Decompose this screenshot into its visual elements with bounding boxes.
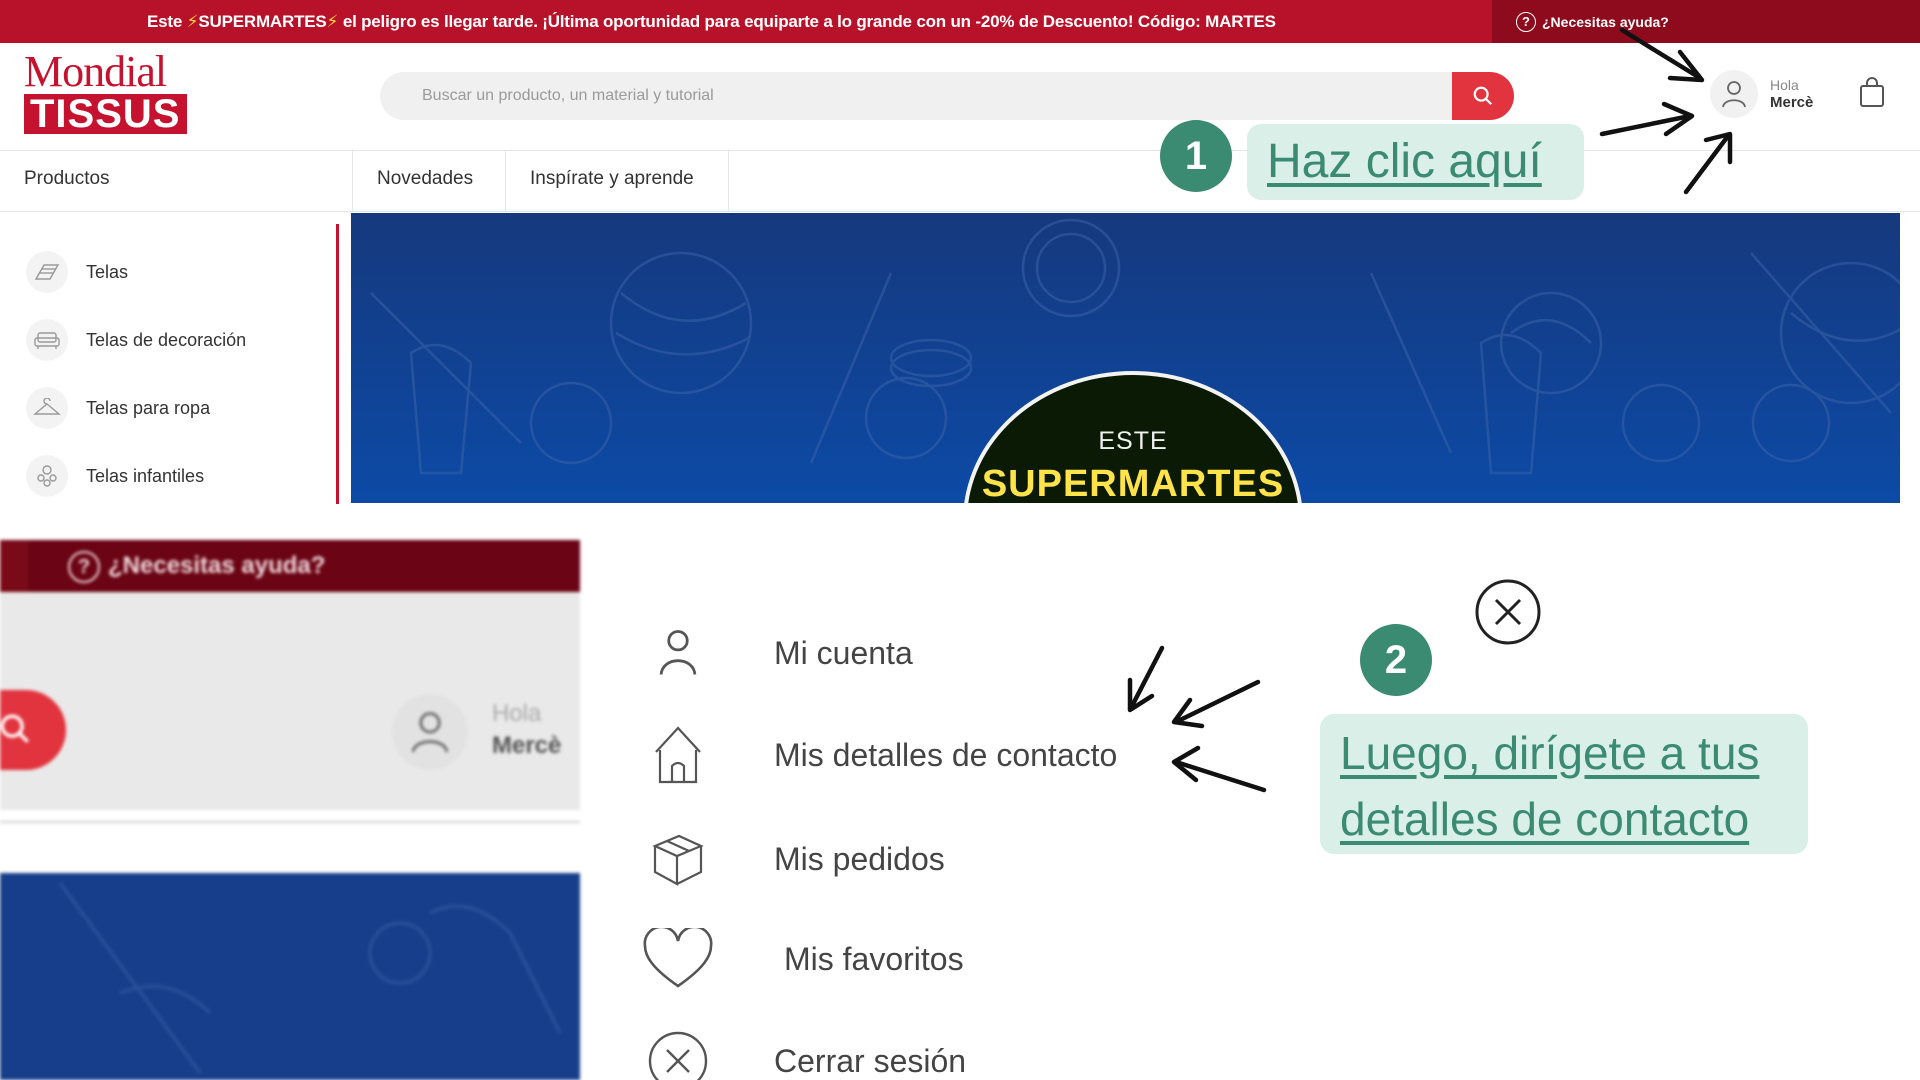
logo[interactable]: Mondial TISSUS xyxy=(24,47,187,134)
sidebar-item-label: Telas infantiles xyxy=(86,465,205,486)
zoom-help-label: ¿Necesitas ayuda? xyxy=(108,552,326,579)
search-icon xyxy=(1473,86,1493,106)
zoomed-header-preview: ? ¿Necesitas ayuda? Hola Mercè xyxy=(0,540,580,1080)
search-icon xyxy=(0,714,29,743)
nav-divider xyxy=(352,151,353,211)
menu-item-mi-cuenta[interactable]: Mi cuenta xyxy=(640,618,913,688)
step-2-badge: 2 xyxy=(1360,624,1432,696)
heart-icon xyxy=(640,924,716,994)
menu-item-label: Mis detalles de contacto xyxy=(774,736,1118,773)
zoom-divider xyxy=(0,821,580,823)
help-link[interactable]: ? ¿Necesitas ayuda? xyxy=(1492,0,1920,43)
question-icon: ? xyxy=(68,550,100,583)
sidebar-active-indicator xyxy=(336,224,339,504)
logo-top: Mondial xyxy=(24,47,167,96)
nav-divider xyxy=(505,151,506,211)
sidebar-item-label: Telas para ropa xyxy=(86,397,211,418)
house-icon xyxy=(640,720,716,790)
menu-item-label: Mi cuenta xyxy=(774,634,913,671)
zoom-header: Hola Mercè xyxy=(0,592,580,823)
user-icon xyxy=(640,618,716,688)
menu-item-detalles-contacto[interactable]: Mis detalles de contacto xyxy=(640,720,1117,790)
question-icon: ? xyxy=(1516,11,1536,32)
menu-item-mis-favoritos[interactable]: Mis favoritos xyxy=(640,924,964,994)
menu-item-cerrar-sesion[interactable]: Cerrar sesión xyxy=(640,1026,966,1080)
nav-products[interactable]: Productos xyxy=(24,151,110,211)
shopping-bag-icon xyxy=(1860,77,1884,107)
account-button[interactable] xyxy=(1710,70,1758,118)
lightning-icon: ⚡ xyxy=(326,12,339,31)
promo-text-start: Este xyxy=(147,12,187,31)
zoom-user-name: Mercè xyxy=(492,732,562,759)
search-input[interactable] xyxy=(422,72,1422,120)
fabric-icon xyxy=(26,251,68,293)
help-label: ¿Necesitas ayuda? xyxy=(1542,13,1669,30)
hanger-icon xyxy=(26,387,68,429)
step-1-callout: Haz clic aquí xyxy=(1247,124,1584,200)
zoom-help-link: ? ¿Necesitas ayuda? xyxy=(68,540,325,592)
sidebar-item-telas-infantiles[interactable]: Telas infantiles xyxy=(26,454,204,498)
sidebar-item-telas-decoracion[interactable]: Telas de decoración xyxy=(26,318,246,362)
menu-item-label: Mis favoritos xyxy=(784,940,964,977)
user-greeting[interactable]: Hola Mercè xyxy=(1770,76,1813,112)
badge-main-text: SUPERMARTES xyxy=(981,463,1285,503)
lightning-icon: ⚡ xyxy=(186,12,199,31)
promo-banner[interactable]: ESTE SUPERMARTES xyxy=(351,213,1900,503)
promo-highlight: SUPERMARTES xyxy=(198,12,327,31)
step-2-line-1: Luego, dirígete a tus xyxy=(1340,727,1760,779)
nav-divider xyxy=(728,151,729,211)
step-2-callout: Luego, dirígete a tus detalles de contac… xyxy=(1320,714,1808,854)
menu-item-mis-pedidos[interactable]: Mis pedidos xyxy=(640,824,945,894)
user-name: Mercè xyxy=(1770,94,1814,111)
sofa-icon xyxy=(26,319,68,361)
close-icon xyxy=(1475,579,1541,645)
search-button[interactable] xyxy=(1452,72,1514,120)
nav-novedades[interactable]: Novedades xyxy=(377,151,473,211)
header-divider xyxy=(0,150,1920,151)
box-icon xyxy=(640,824,716,894)
nav-inspirate[interactable]: Inspírate y aprende xyxy=(530,151,694,211)
promo-text-end: el peligro es llegar tarde. ¡Última opor… xyxy=(338,12,1276,31)
promo-text: Este ⚡SUPERMARTES⚡ el peligro es llegar … xyxy=(147,0,1276,43)
search-bar xyxy=(380,72,1514,120)
zoom-user-greeting: Hola Mercè xyxy=(492,698,561,762)
step-1-badge: 1 xyxy=(1160,120,1232,192)
cart-button[interactable] xyxy=(1858,76,1886,113)
close-circle-icon xyxy=(640,1026,716,1080)
sidebar-item-telas-ropa[interactable]: Telas para ropa xyxy=(26,386,210,430)
zoom-greeting-label: Hola xyxy=(492,700,542,727)
sidebar-item-label: Telas de decoración xyxy=(86,329,247,350)
user-icon xyxy=(1722,81,1746,108)
sewing-pattern-decoration xyxy=(58,882,562,1074)
zoom-search-button xyxy=(0,690,66,770)
badge-top-text: ESTE xyxy=(1098,427,1168,455)
zoom-account-button xyxy=(392,694,468,770)
zoom-banner xyxy=(0,873,580,1080)
promo-bar: Este ⚡SUPERMARTES⚡ el peligro es llegar … xyxy=(0,0,1920,43)
sidebar-item-label: Telas xyxy=(86,261,129,282)
close-menu-button[interactable] xyxy=(1474,578,1542,646)
menu-item-label: Mis pedidos xyxy=(774,840,945,877)
user-icon xyxy=(411,712,449,753)
menu-item-label: Cerrar sesión xyxy=(774,1042,967,1079)
sidebar-item-telas[interactable]: Telas xyxy=(26,250,128,294)
nav-divider-bottom xyxy=(0,211,1920,212)
logo-bottom: TISSUS xyxy=(24,94,187,134)
greeting-label: Hola xyxy=(1770,77,1799,93)
rocking-horse-icon xyxy=(26,455,68,497)
step-2-line-2: detalles de contacto xyxy=(1340,793,1750,845)
